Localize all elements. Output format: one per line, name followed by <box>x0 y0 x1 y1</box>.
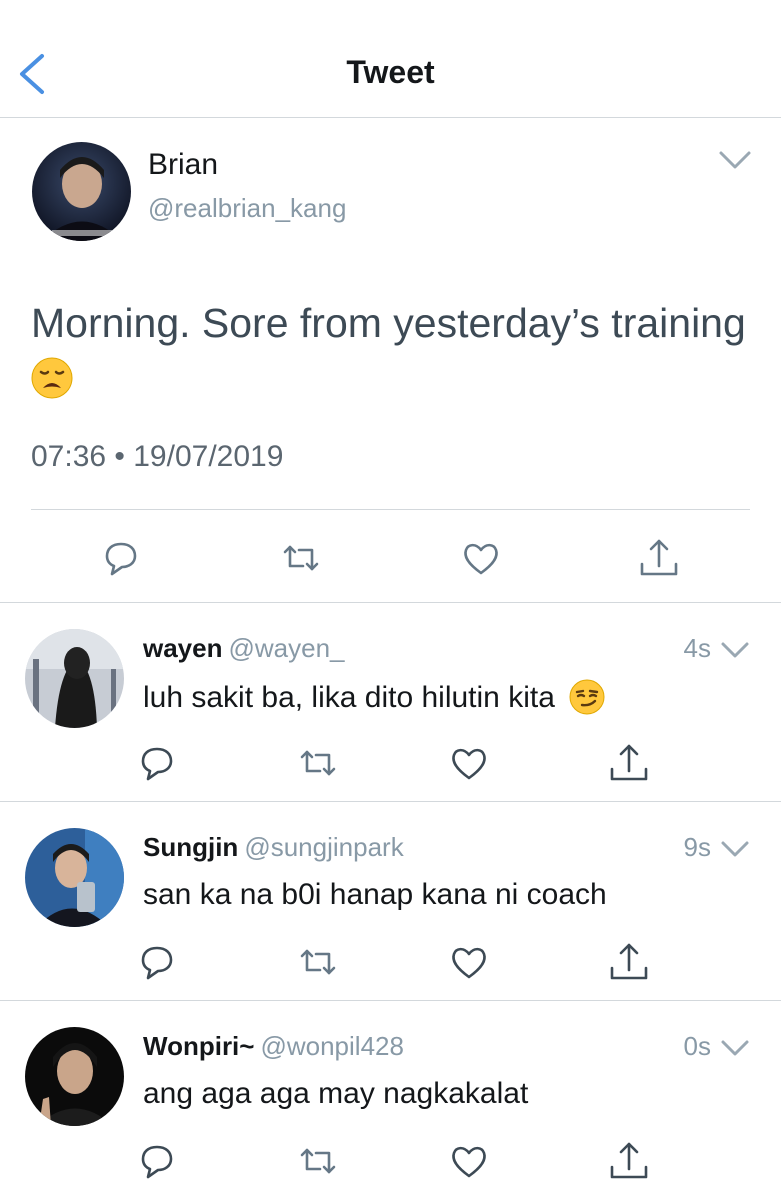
reply-item[interactable]: Wonpiri~ @wonpil428 0s ang aga aga may na… <box>0 1001 781 1200</box>
weary-face-emoji <box>31 357 73 412</box>
like-button[interactable] <box>447 1139 491 1183</box>
tweet-text: Morning. Sore from yesterday’s training <box>31 296 751 412</box>
like-button[interactable] <box>459 536 503 580</box>
main-tweet: Brian @realbrian_kang Morning. Sore from… <box>0 118 781 603</box>
reply-button[interactable] <box>99 536 143 580</box>
reply-icon <box>141 747 173 781</box>
like-icon <box>464 543 498 575</box>
tweet-actions <box>0 536 781 580</box>
reply-timestamp: 0s <box>683 1031 711 1061</box>
retweet-button[interactable] <box>296 940 340 984</box>
reply-text: san ka na b0i hanap kana ni coach <box>143 878 607 911</box>
reply-item[interactable]: wayen @wayen_ 4s luh sakit ba, lika dito … <box>0 603 781 802</box>
reply-button[interactable] <box>135 940 179 984</box>
reply-header: Wonpiri~ @wonpil428 <box>143 1031 404 1062</box>
reply-timestamp: 9s <box>683 832 711 862</box>
avatar[interactable] <box>25 828 124 927</box>
share-button[interactable] <box>607 741 651 785</box>
reply-author-handle[interactable]: @wayen_ <box>229 633 345 663</box>
reply-icon <box>141 1145 173 1179</box>
share-icon <box>610 943 648 980</box>
retweet-icon <box>283 545 319 571</box>
retweet-icon <box>300 750 336 776</box>
reply-actions <box>0 1139 781 1183</box>
reply-text: ang aga aga may nagkakalat <box>143 1077 529 1110</box>
share-icon <box>610 744 648 781</box>
retweet-button[interactable] <box>279 536 323 580</box>
more-options-button[interactable] <box>718 148 752 172</box>
divider <box>31 509 750 510</box>
retweet-icon <box>300 949 336 975</box>
share-button[interactable] <box>607 1139 651 1183</box>
share-button[interactable] <box>637 536 681 580</box>
reply-author-handle[interactable]: @sungjinpark <box>244 832 403 862</box>
avatar[interactable] <box>25 1027 124 1126</box>
like-button[interactable] <box>447 741 491 785</box>
reply-author-name[interactable]: Sungjin <box>143 832 238 862</box>
reply-header: wayen @wayen_ <box>143 633 345 664</box>
smirking-face-emoji <box>563 679 605 723</box>
reply-author-name[interactable]: Wonpiri~ <box>143 1031 254 1061</box>
retweet-button[interactable] <box>296 1139 340 1183</box>
reply-icon <box>141 946 173 980</box>
more-options-button[interactable] <box>720 639 750 661</box>
avatar[interactable] <box>25 629 124 728</box>
chevron-down-icon <box>721 1040 749 1056</box>
more-options-button[interactable] <box>720 838 750 860</box>
like-icon <box>452 947 486 979</box>
header-bar: Tweet <box>0 0 781 118</box>
retweet-button[interactable] <box>296 741 340 785</box>
tweet-body: Morning. Sore from yesterday’s training <box>31 300 746 346</box>
share-icon <box>610 1142 648 1179</box>
page-title: Tweet <box>346 54 435 90</box>
reply-body: luh sakit ba, lika dito hilutin kita <box>143 681 555 714</box>
chevron-down-icon <box>719 151 751 169</box>
like-icon <box>452 1146 486 1178</box>
retweet-icon <box>300 1148 336 1174</box>
reply-button[interactable] <box>135 741 179 785</box>
reply-author-handle[interactable]: @wonpil428 <box>260 1031 403 1061</box>
reply-text: luh sakit ba, lika dito hilutin kita <box>143 679 605 723</box>
author-name[interactable]: Brian <box>148 148 218 182</box>
avatar[interactable] <box>32 142 131 241</box>
share-button[interactable] <box>607 940 651 984</box>
more-options-button[interactable] <box>720 1037 750 1059</box>
like-button[interactable] <box>447 940 491 984</box>
reply-item[interactable]: Sungjin @sungjinpark 9s san ka na b0i han… <box>0 802 781 1001</box>
reply-icon <box>105 542 137 576</box>
author-handle[interactable]: @realbrian_kang <box>148 193 346 224</box>
reply-actions <box>0 940 781 984</box>
reply-button[interactable] <box>135 1139 179 1183</box>
chevron-down-icon <box>721 841 749 857</box>
like-icon <box>452 748 486 780</box>
chevron-down-icon <box>721 642 749 658</box>
reply-actions <box>0 741 781 785</box>
tweet-timestamp: 07:36 • 19/07/2019 <box>31 440 284 473</box>
reply-timestamp: 4s <box>683 633 711 663</box>
reply-header: Sungjin @sungjinpark <box>143 832 404 863</box>
share-icon <box>640 539 678 576</box>
reply-author-name[interactable]: wayen <box>143 633 223 663</box>
